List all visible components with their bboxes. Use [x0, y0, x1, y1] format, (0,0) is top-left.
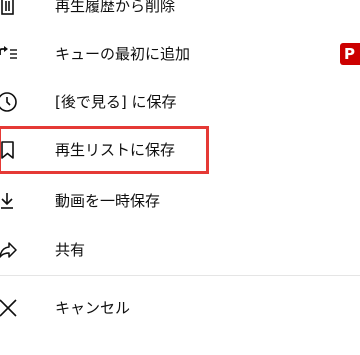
menu-item-play-next[interactable]: キューの最初に追加 P [0, 30, 360, 78]
download-icon [0, 189, 20, 213]
menu-item-label: 動画を一時保存 [55, 192, 161, 210]
menu-item-label: [後で見る] に保存 [55, 93, 177, 111]
menu-item-save-to-playlist[interactable]: 再生リストに保存 [0, 126, 360, 174]
menu-item-label: キューの最初に追加 [55, 45, 191, 63]
bookmark-icon [0, 138, 20, 162]
menu-item-label: 共有 [55, 241, 86, 259]
menu-item-label: 再生リストに保存 [55, 141, 176, 159]
menu-item-share[interactable]: 共有 [0, 226, 360, 274]
action-menu-sheet: 再生履歴から削除 キューの最初に追加 P [後で見る] に保存 再生リストに保存… [0, 0, 360, 355]
premium-badge: P [340, 43, 360, 65]
menu-item-save-to-watch-later[interactable]: [後で見る] に保存 [0, 78, 360, 126]
menu-item-remove-from-history[interactable]: 再生履歴から削除 [0, 0, 360, 30]
menu-item-download[interactable]: 動画を一時保存 [0, 177, 360, 225]
close-icon [0, 296, 20, 320]
share-icon [0, 238, 20, 262]
menu-item-label: 再生履歴から削除 [55, 0, 176, 15]
trash-icon [0, 0, 20, 18]
clock-icon [0, 90, 20, 114]
cancel-button[interactable]: キャンセル [0, 284, 360, 332]
divider [0, 275, 360, 276]
cancel-label: キャンセル [55, 299, 131, 317]
play-next-queue-icon [0, 42, 20, 66]
